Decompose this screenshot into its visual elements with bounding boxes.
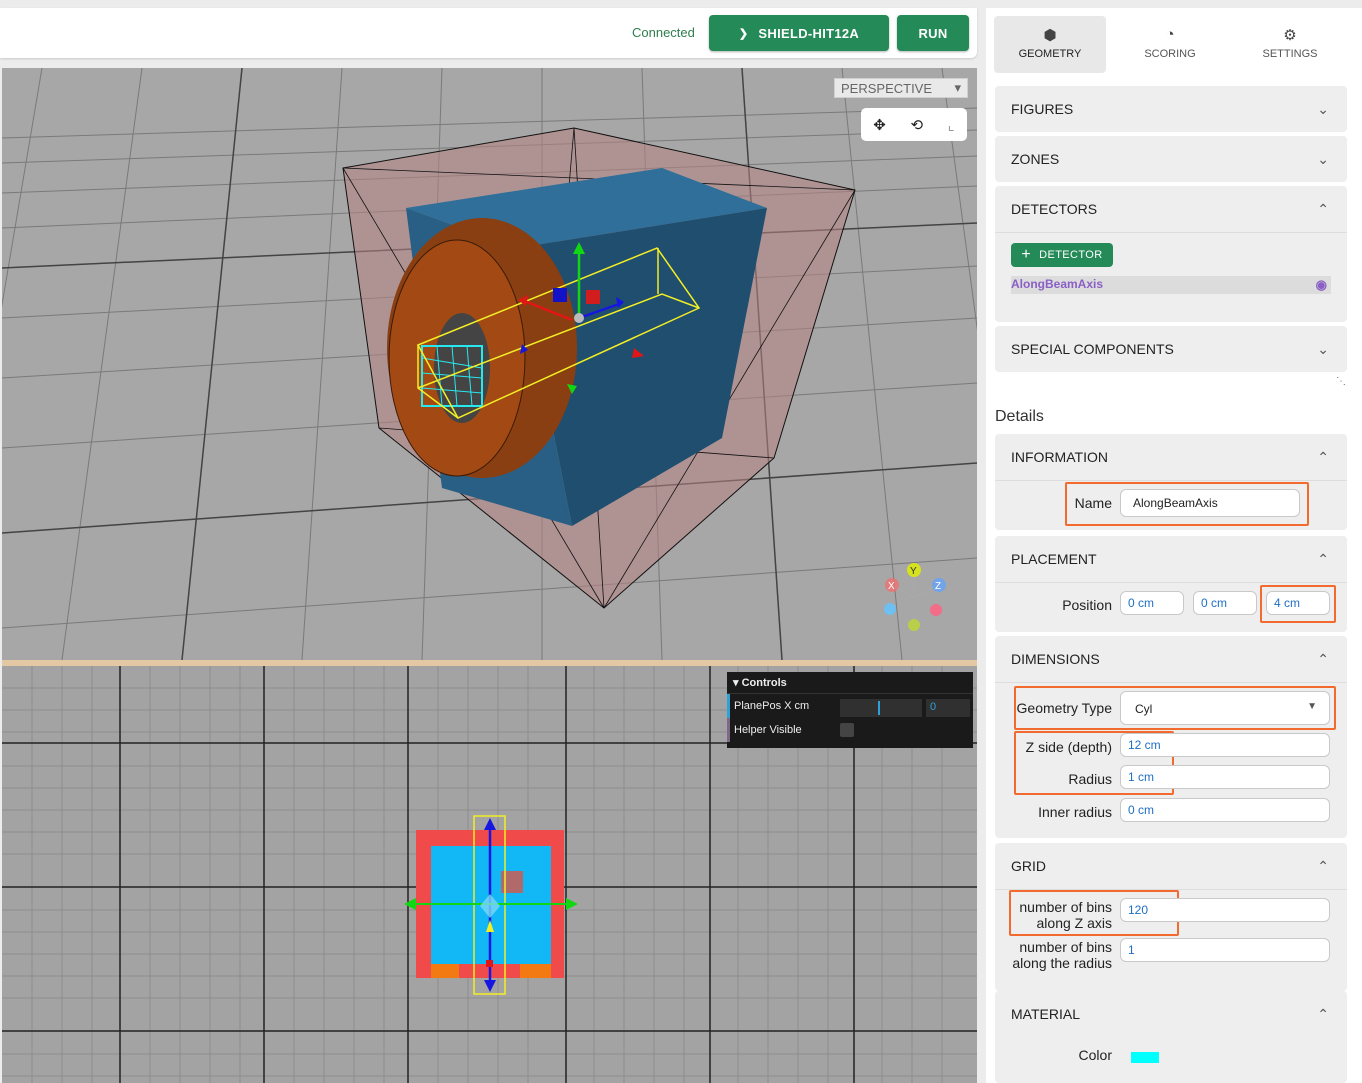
position-z-input[interactable]: 4 cm — [1266, 591, 1330, 615]
tab-scoring[interactable]: ◔ SCORING — [1114, 16, 1226, 73]
planepos-input[interactable]: 0 — [926, 699, 970, 717]
eye-icon[interactable]: ◉ — [1316, 277, 1327, 293]
tab-geometry[interactable]: ⬢ GEOMETRY — [994, 16, 1106, 73]
chevron-down-icon: ⌄ — [1317, 151, 1329, 167]
planepos-row: PlanePos X cm 0 — [727, 694, 973, 718]
section-special-components[interactable]: SPECIAL COMPONENTS ⌄ — [995, 326, 1347, 372]
chevron-up-icon: ⌃ — [1317, 551, 1329, 567]
geometry-type-select[interactable]: Cyl ▼ — [1120, 691, 1330, 725]
radius-input[interactable]: 1 cm — [1120, 765, 1330, 789]
axis-z-label: Z — [935, 581, 941, 592]
helper-visible-checkbox[interactable] — [840, 723, 854, 737]
cube-icon: ⬢ — [1043, 27, 1057, 44]
chevron-down-icon: ⌄ — [1317, 101, 1329, 117]
chevron-down-icon: ❯ — [738, 27, 749, 40]
resize-handle-icon[interactable]: ⋱ — [1336, 376, 1346, 387]
connection-status: Connected — [632, 25, 695, 40]
tab-settings[interactable]: ⚙ SETTINGS — [1234, 16, 1346, 73]
run-button[interactable]: RUN — [897, 15, 969, 51]
section-grid: GRID ⌃ number of bins along Z axis 120 num… — [995, 843, 1347, 991]
axis-y-label: Y — [910, 566, 917, 577]
transform-toolbar: ✥ ⟲ ⌞ — [861, 108, 967, 141]
simulator-label: SHIELD-HIT12A — [758, 25, 860, 41]
bins-z-input[interactable]: 120 — [1120, 898, 1330, 922]
color-swatch[interactable] — [1131, 1052, 1159, 1063]
gear-icon: ⚙ — [1283, 27, 1297, 44]
controls-panel: ▾ Controls PlanePos X cm 0 Helper Visibl… — [727, 672, 973, 748]
panel-tabs: ⬢ GEOMETRY ◔ SCORING ⚙ SETTINGS — [994, 16, 1346, 73]
chevron-down-icon: ⌄ — [1317, 341, 1329, 357]
controls-header[interactable]: ▾ Controls — [727, 672, 973, 694]
caret-down-icon: ▼ — [1307, 701, 1317, 712]
detector-list-item[interactable]: AlongBeamAxis ◉ — [1011, 276, 1331, 294]
chevron-up-icon: ⌃ — [1317, 201, 1329, 217]
name-input[interactable]: AlongBeamAxis — [1120, 489, 1300, 517]
viewport-2d[interactable]: ▾ Controls PlanePos X cm 0 Helper Visibl… — [2, 666, 977, 1083]
position-y-input[interactable]: 0 cm — [1193, 591, 1257, 615]
section-zones[interactable]: ZONES ⌄ — [995, 136, 1347, 182]
simulator-select-button[interactable]: ❯ SHIELD-HIT12A — [709, 15, 889, 51]
rotate-icon[interactable]: ⟲ — [910, 116, 923, 134]
scale-icon[interactable]: ⌞ — [948, 116, 955, 134]
viewport-3d[interactable]: Y X Z PERSPECTIVE ▾ ✥ ⟲ ⌞ — [2, 68, 977, 660]
section-material: MATERIAL ⌃ Color — [995, 991, 1347, 1083]
z-side-input[interactable]: 12 cm — [1120, 733, 1330, 757]
add-detector-button[interactable]: + DETECTOR — [1011, 243, 1113, 267]
detectors-header[interactable]: DETECTORS ⌃ — [995, 186, 1347, 232]
camera-mode-select[interactable]: PERSPECTIVE ▾ — [834, 78, 968, 98]
details-title: Details — [995, 408, 1044, 425]
scene-3d: Y X Z — [2, 68, 977, 660]
helper-visible-row: Helper Visible — [727, 718, 973, 742]
plus-icon: + — [1021, 246, 1032, 263]
top-bar: Connected ❯ SHIELD-HIT12A RUN — [0, 8, 977, 58]
section-placement: PLACEMENT ⌃ Position 0 cm 0 cm 4 cm — [995, 536, 1347, 632]
position-x-input[interactable]: 0 cm — [1120, 591, 1184, 615]
section-information: INFORMATION ⌃ Name AlongBeamAxis — [995, 434, 1347, 530]
chevron-up-icon: ⌃ — [1317, 651, 1329, 667]
section-figures[interactable]: FIGURES ⌄ — [995, 86, 1347, 132]
bins-radius-input[interactable]: 1 — [1120, 938, 1330, 962]
chevron-up-icon: ⌃ — [1317, 449, 1329, 465]
side-panel: ⬢ GEOMETRY ◔ SCORING ⚙ SETTINGS FIGURES ⌄… — [986, 8, 1362, 1083]
inner-radius-input[interactable]: 0 cm — [1120, 798, 1330, 822]
planepos-slider[interactable] — [840, 699, 922, 717]
translate-icon[interactable]: ✥ — [873, 116, 886, 134]
chevron-up-icon: ⌃ — [1317, 1006, 1329, 1022]
gauge-icon: ◔ — [1165, 26, 1175, 43]
caret-down-icon: ▾ — [954, 80, 961, 95]
section-detectors: DETECTORS ⌃ + DETECTOR AlongBeamAxis ◉ — [995, 186, 1347, 322]
camera-mode-value: PERSPECTIVE — [841, 80, 933, 96]
planepos-label: PlanePos X cm — [734, 700, 810, 712]
chevron-up-icon: ⌃ — [1317, 858, 1329, 874]
section-dimensions: DIMENSIONS ⌃ Geometry Type Cyl ▼ Z side (… — [995, 636, 1347, 838]
helper-visible-label: Helper Visible — [734, 724, 802, 736]
axis-x-label: X — [888, 581, 895, 592]
